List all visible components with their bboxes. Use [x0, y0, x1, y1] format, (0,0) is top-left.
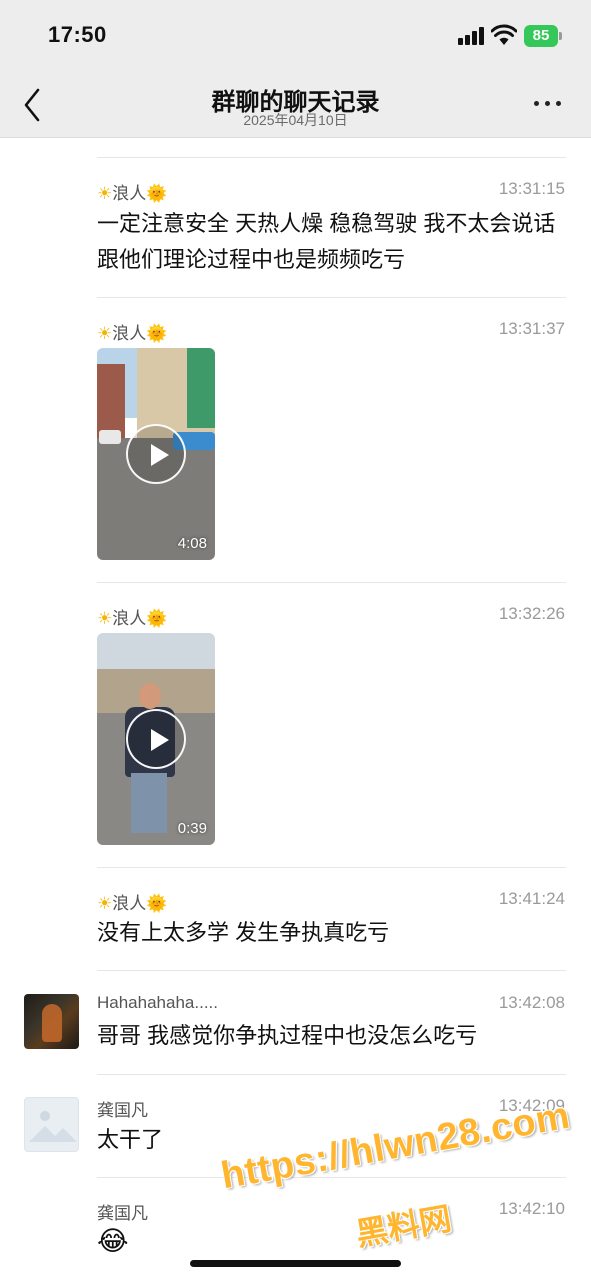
message-divider [97, 582, 566, 583]
video-duration: 0:39 [177, 820, 207, 837]
sun-face-icon: 🌞 [146, 324, 168, 343]
more-options-button[interactable] [530, 98, 566, 110]
message-divider [97, 157, 566, 158]
video-message[interactable]: 0:39 [97, 633, 215, 845]
message-sender: ☀浪人🌞 [97, 609, 168, 628]
sun-face-icon: 🌞 [146, 184, 168, 203]
message-divider [97, 1074, 566, 1075]
message-time: 13:31:37 [498, 319, 565, 338]
sun-face-icon: 🌞 [146, 894, 168, 913]
message-text[interactable]: 一定注意安全 天热人燥 稳稳驾驶 我不太会说话 跟他们理论过程中也是频频吃亏 [97, 206, 567, 278]
battery-icon: 85 [524, 25, 562, 47]
message-sender: Hahahahaha..... [97, 993, 218, 1012]
message-time: 13:32:26 [498, 604, 565, 623]
sun-icon: ☀ [97, 894, 113, 913]
message-divider [97, 867, 566, 868]
watermark-name: 黑料网 [353, 1200, 455, 1253]
message-sender: ☀浪人🌞 [97, 894, 168, 913]
video-message[interactable]: 4:08 [97, 348, 215, 560]
wifi-icon [490, 24, 518, 46]
message-divider [97, 297, 566, 298]
signal-icon [458, 27, 484, 45]
message-time: 13:42:10 [498, 1199, 565, 1218]
play-icon[interactable] [126, 424, 186, 484]
battery-level: 85 [524, 25, 558, 47]
status-time: 17:50 [48, 22, 107, 47]
message-sender: ☀浪人🌞 [97, 324, 168, 343]
play-icon[interactable] [126, 709, 186, 769]
sun-icon: ☀ [97, 184, 113, 203]
image-placeholder-icon [29, 1111, 77, 1142]
message-time: 13:41:24 [498, 889, 565, 908]
tears-of-joy-emoji[interactable]: 😂 [97, 1226, 129, 1257]
sun-icon: ☀ [97, 324, 113, 343]
sun-face-icon: 🌞 [146, 609, 168, 628]
home-indicator[interactable] [190, 1260, 401, 1267]
page-subtitle: 2025年04月10日 [243, 112, 348, 128]
avatar[interactable] [24, 1097, 79, 1152]
message-time: 13:42:08 [498, 993, 565, 1012]
message-text[interactable]: 没有上太多学 发生争执真吃亏 [97, 915, 567, 951]
top-bar: 17:50 85 群聊的聊天记录 2025年04月10日 [0, 0, 591, 138]
message-text[interactable]: 哥哥 我感觉你争执过程中也没怎么吃亏 [97, 1018, 567, 1054]
message-time: 13:31:15 [498, 179, 565, 198]
sun-icon: ☀ [97, 609, 113, 628]
avatar[interactable] [24, 994, 79, 1049]
message-sender: 龚国凡 [97, 1204, 148, 1223]
message-sender: ☀浪人🌞 [97, 184, 168, 203]
video-duration: 4:08 [177, 535, 207, 552]
message-divider [97, 970, 566, 971]
message-sender: 龚国凡 [97, 1101, 148, 1120]
